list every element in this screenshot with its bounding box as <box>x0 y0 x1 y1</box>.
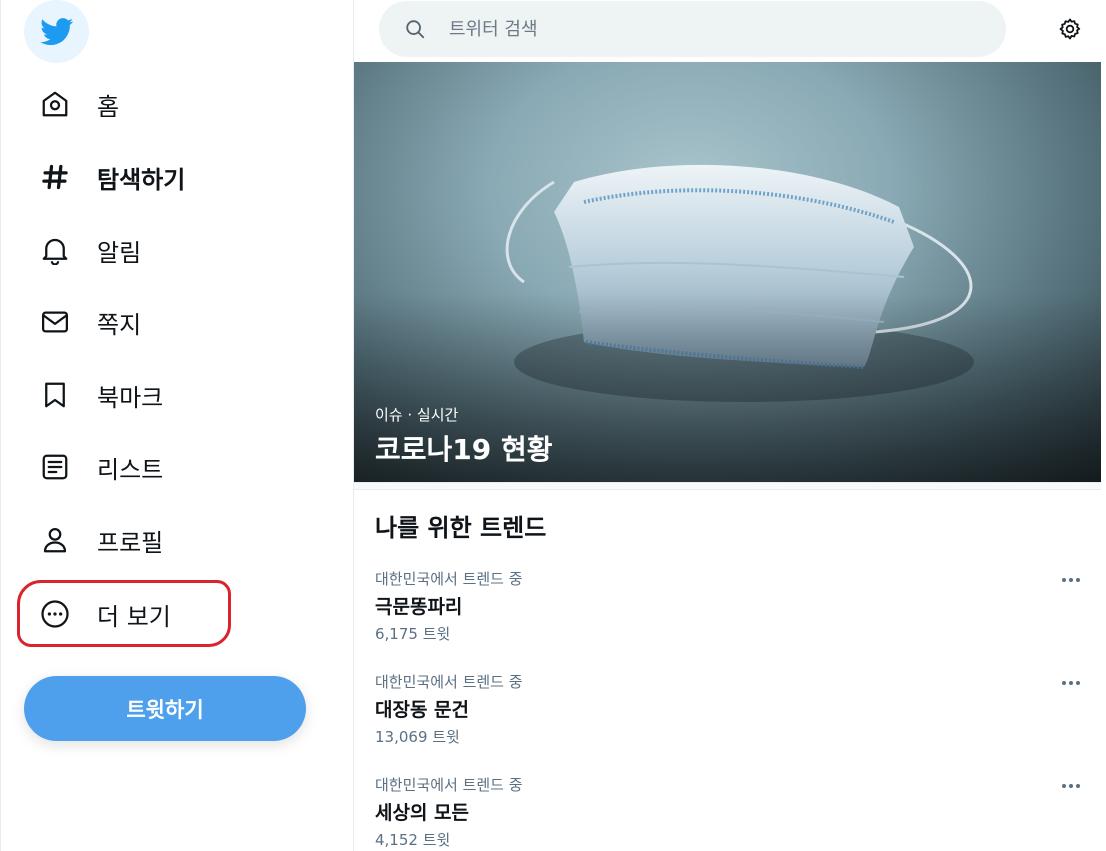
hero-banner[interactable]: 이슈 · 실시간 코로나19 현황 <box>354 62 1101 482</box>
list-icon <box>39 451 71 483</box>
nav-label-explore: 탐색하기 <box>97 165 186 194</box>
twitter-logo-icon[interactable] <box>24 0 89 63</box>
trend-count: 6,175 트윗 <box>375 625 451 643</box>
nav-item-home[interactable]: 홈 <box>39 84 119 124</box>
hero-gradient-overlay <box>354 62 1101 482</box>
more-dots-icon[interactable] <box>1057 673 1085 693</box>
nav-label-messages: 쪽지 <box>97 310 142 339</box>
nav-label-notifications: 알림 <box>97 238 142 267</box>
mail-icon <box>39 306 71 338</box>
nav-item-notifications[interactable]: 알림 <box>39 230 141 270</box>
sidebar: 홈 탐색하기 알림 쪽지 북마크 리스트 프로필 더 보기 트윗하기 <box>0 0 353 851</box>
nav-label-bookmarks: 북마크 <box>97 383 164 412</box>
tweet-button[interactable]: 트윗하기 <box>24 676 306 741</box>
search-icon <box>403 17 427 41</box>
highlight-annotation <box>17 580 231 647</box>
trends-heading: 나를 위한 트렌드 <box>375 514 547 542</box>
bell-icon <box>39 234 71 266</box>
nav-label-profile: 프로필 <box>97 528 164 557</box>
nav-label-home: 홈 <box>97 92 120 121</box>
more-dots-icon[interactable] <box>1057 776 1085 796</box>
trend-context: 대한민국에서 트렌드 중 <box>375 673 523 691</box>
trend-item[interactable]: 대한민국에서 트렌드 중 대장동 문건 13,069 트윗 <box>375 671 1085 761</box>
top-bar <box>354 0 1106 62</box>
hashtag-icon <box>39 161 71 193</box>
nav-item-messages[interactable]: 쪽지 <box>39 302 141 342</box>
section-divider <box>354 482 1101 490</box>
trend-context: 대한민국에서 트렌드 중 <box>375 570 523 588</box>
nav-label-lists: 리스트 <box>97 455 164 484</box>
settings-gear-icon[interactable] <box>1055 14 1085 44</box>
home-icon <box>39 88 71 120</box>
trend-item[interactable]: 대한민국에서 트렌드 중 극문똥파리 6,175 트윗 <box>375 568 1085 658</box>
explore-column: 이슈 · 실시간 코로나19 현황 나를 위한 트렌드 대한민국에서 트렌드 중… <box>353 0 1106 851</box>
more-dots-icon[interactable] <box>1057 570 1085 590</box>
trend-name: 대장동 문건 <box>375 699 470 721</box>
nav-item-bookmarks[interactable]: 북마크 <box>39 375 163 415</box>
trend-count: 4,152 트윗 <box>375 831 451 849</box>
nav-item-explore[interactable]: 탐색하기 <box>39 157 185 197</box>
search-input[interactable] <box>449 18 949 40</box>
trend-count: 13,069 트윗 <box>375 728 460 746</box>
profile-icon <box>39 524 71 556</box>
trend-context: 대한민국에서 트렌드 중 <box>375 776 523 794</box>
trend-name: 세상의 모든 <box>375 802 470 824</box>
nav-item-lists[interactable]: 리스트 <box>39 447 163 487</box>
hero-meta: 이슈 · 실시간 <box>375 406 459 424</box>
hero-title: 코로나19 현황 <box>375 433 553 466</box>
trend-name: 극문똥파리 <box>375 596 463 618</box>
search-box[interactable] <box>379 1 1006 57</box>
trend-item[interactable]: 대한민국에서 트렌드 중 세상의 모든 4,152 트윗 <box>375 774 1085 851</box>
nav-item-profile[interactable]: 프로필 <box>39 520 163 560</box>
bookmark-icon <box>39 379 71 411</box>
